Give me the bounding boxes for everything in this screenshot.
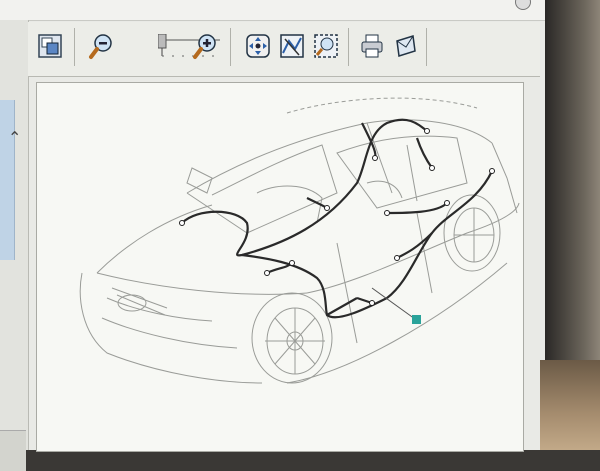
window-control-icon[interactable]	[515, 0, 531, 10]
selected-tree-item[interactable]	[0, 100, 15, 260]
zoom-out-icon[interactable]	[88, 32, 116, 60]
car-outline	[79, 97, 520, 384]
fit-window-icon[interactable]	[36, 32, 64, 60]
callout-marker[interactable]	[412, 315, 421, 324]
application-window: ⌃	[0, 0, 545, 471]
left-navigation-pane: ⌃	[0, 20, 29, 471]
callout-pointer	[371, 287, 421, 324]
chevron-up-icon[interactable]: ⌃	[8, 128, 21, 147]
title-strip	[0, 0, 545, 21]
zoom-in-icon[interactable]	[192, 32, 220, 60]
toolbar-separator	[348, 28, 349, 66]
toolbar-separator	[230, 28, 231, 66]
toolbar-separator	[426, 28, 427, 66]
vehicle-harness-diagram	[79, 97, 520, 384]
zoom-area-icon[interactable]	[312, 32, 340, 60]
toolbar-separator	[74, 28, 75, 66]
print-icon[interactable]	[358, 32, 386, 60]
viewer-toolbar	[28, 22, 540, 77]
export-icon[interactable]	[392, 32, 420, 60]
wiring-diagram-viewer[interactable]	[36, 82, 524, 452]
pane-scrollbar[interactable]	[0, 430, 26, 471]
wire-harness	[181, 118, 493, 319]
desk-background	[540, 360, 600, 450]
highlight-harness-icon[interactable]	[278, 32, 306, 60]
pan-icon[interactable]	[244, 32, 272, 60]
